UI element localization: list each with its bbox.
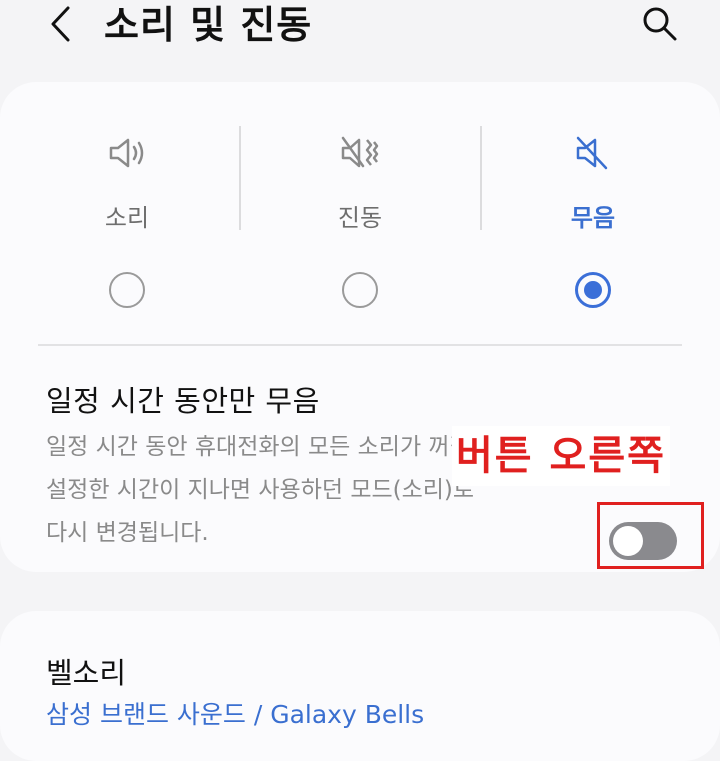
mode-option-mute[interactable]: 무음 [473, 82, 713, 342]
search-icon [643, 7, 677, 41]
mute-icon [576, 136, 608, 170]
mode-label-vibrate: 진동 [337, 204, 383, 232]
radio-mute[interactable] [575, 272, 611, 308]
mode-option-sound[interactable]: 소리 [7, 82, 247, 342]
annotation-label: 버튼 오른쪽 [452, 426, 670, 486]
search-button[interactable] [636, 2, 684, 46]
section-divider [38, 344, 682, 346]
mute-for-time-toggle[interactable] [609, 522, 677, 560]
ringtone-title: 벨소리 [46, 656, 127, 690]
back-button[interactable] [38, 2, 82, 46]
sound-mode-card: 소리 진동 무음 일정 시간 동안만 무음 일정 시간 동안 휴대전화의 모든 … [0, 82, 720, 572]
radio-sound[interactable] [109, 272, 145, 308]
chevron-left-icon [51, 6, 70, 42]
mode-label-mute: 무음 [570, 204, 616, 232]
description-line: 다시 변경됩니다. [46, 520, 209, 546]
ringtone-card[interactable]: 벨소리 삼성 브랜드 사운드 / Galaxy Bells [0, 611, 720, 761]
speaker-icon [109, 138, 144, 168]
mode-option-vibrate[interactable]: 진동 [240, 82, 480, 342]
toggle-knob [613, 526, 643, 556]
radio-vibrate[interactable] [342, 272, 378, 308]
vibrate-icon [341, 136, 379, 168]
page-title: 소리 및 진동 [104, 3, 313, 47]
app-header: 소리 및 진동 [0, 0, 720, 56]
ringtone-value: 삼성 브랜드 사운드 / Galaxy Bells [46, 700, 425, 729]
mute-for-time-title: 일정 시간 동안만 무음 [46, 384, 320, 418]
mode-label-sound: 소리 [104, 204, 150, 232]
